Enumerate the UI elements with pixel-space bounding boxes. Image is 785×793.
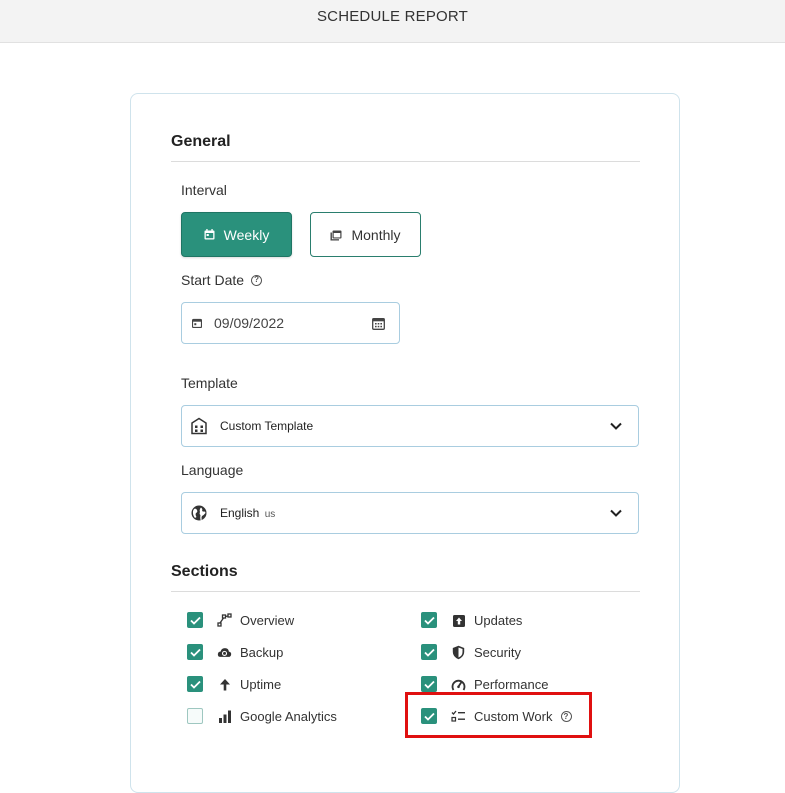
performance-checkbox[interactable] (421, 676, 437, 692)
backup-checkbox[interactable] (187, 644, 203, 660)
general-section-title: General (171, 133, 231, 150)
header-bar: SCHEDULE REPORT (0, 0, 785, 43)
weekly-button-label: Weekly (223, 226, 270, 243)
section-label: Uptime (240, 677, 282, 692)
bar-chart-icon (217, 709, 232, 724)
checkmark-icon (189, 616, 201, 625)
uptime-checkbox[interactable] (187, 676, 203, 692)
language-label: Language (181, 462, 244, 478)
checkmark-icon (423, 680, 435, 689)
sections-title: Sections (171, 563, 238, 580)
interval-label: Interval (181, 182, 227, 198)
section-label: Backup (240, 645, 284, 660)
shield-icon (451, 645, 466, 660)
page-title: SCHEDULE REPORT (316, 7, 469, 25)
section-item-overview[interactable]: Overview (217, 613, 294, 628)
chevron-down-icon (610, 422, 622, 430)
section-item-performance[interactable]: Performance (451, 677, 548, 692)
google-analytics-checkbox[interactable] (187, 708, 203, 724)
template-icon (191, 417, 207, 435)
section-item-security[interactable]: Security (451, 645, 521, 660)
monthly-button[interactable]: Monthly (310, 212, 421, 257)
calendar-multiple-icon (330, 230, 342, 240)
template-label: Template (181, 375, 238, 391)
overview-checkbox[interactable] (187, 612, 203, 628)
section-label: Updates (474, 613, 523, 628)
template-select[interactable]: Custom Template (181, 405, 639, 447)
updates-icon (451, 613, 466, 628)
checkmark-icon (423, 648, 435, 657)
cloud-backup-icon (217, 645, 232, 660)
section-item-uptime[interactable]: Uptime (217, 677, 281, 692)
sections-divider (171, 591, 640, 592)
overview-icon (217, 613, 232, 628)
chevron-down-icon (610, 509, 622, 517)
section-item-backup[interactable]: Backup (217, 645, 283, 660)
general-divider (171, 161, 640, 162)
template-value: Custom Template (220, 419, 314, 433)
section-label: Google Analytics (240, 709, 337, 724)
highlight-box (405, 692, 592, 738)
calendar-picker-icon[interactable] (372, 317, 385, 330)
monthly-button-label: Monthly (351, 226, 401, 243)
language-region: us (264, 509, 276, 520)
calendar-icon (192, 318, 202, 328)
schedule-report-card: General Interval Weekly Monthly Start Da… (130, 93, 680, 793)
updates-checkbox[interactable] (421, 612, 437, 628)
section-label: Overview (240, 613, 295, 628)
security-checkbox[interactable] (421, 644, 437, 660)
checkmark-icon (189, 680, 201, 689)
globe-icon (191, 505, 207, 521)
calendar-icon (204, 229, 215, 240)
checkmark-icon (423, 616, 435, 625)
help-icon[interactable]: ? (251, 274, 263, 286)
start-date-label: Start Date ? (181, 272, 263, 288)
language-value: English us (220, 506, 276, 520)
start-date-value: 09/09/2022 (214, 315, 285, 331)
checkmark-icon (189, 648, 201, 657)
gauge-icon (451, 677, 466, 692)
start-date-input[interactable]: 09/09/2022 (181, 302, 400, 344)
section-label: Performance (474, 677, 549, 692)
language-select[interactable]: English us (181, 492, 639, 534)
arrow-up-icon (217, 677, 232, 692)
section-label: Security (474, 645, 521, 660)
section-item-google-analytics[interactable]: Google Analytics (217, 709, 337, 724)
section-item-updates[interactable]: Updates (451, 613, 522, 628)
weekly-button[interactable]: Weekly (181, 212, 292, 257)
